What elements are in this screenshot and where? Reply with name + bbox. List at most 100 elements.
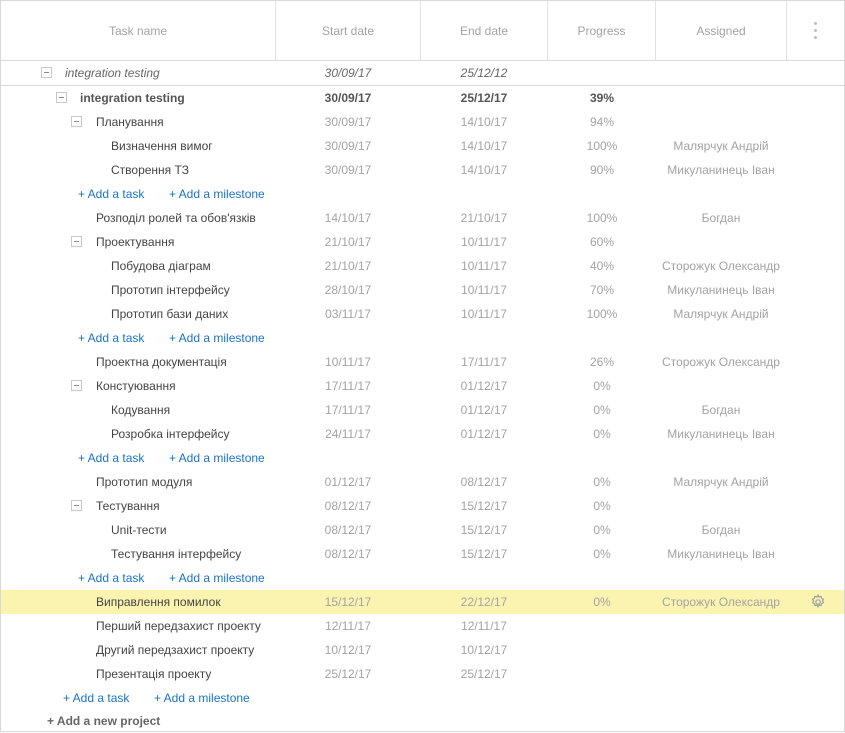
task-name: Прототип бази даних <box>111 307 229 321</box>
task-row[interactable]: Презентація проекту 25/12/17 25/12/17 <box>1 662 844 686</box>
start-date: 21/10/17 <box>324 235 372 249</box>
collapse-toggle-icon[interactable] <box>56 92 67 103</box>
task-row[interactable]: Проектна документація 10/11/17 17/11/17 26%… <box>1 350 844 374</box>
progress-value <box>547 638 657 662</box>
start-date: 15/12/17 <box>324 595 372 609</box>
start-date: 08/12/17 <box>324 499 372 513</box>
collapse-toggle-icon[interactable] <box>71 116 82 127</box>
end-date: 25/12/17 <box>460 91 508 105</box>
add-milestone-link[interactable]: + Add a milestone <box>169 182 265 206</box>
add-milestone-link[interactable]: + Add a milestone <box>169 566 265 590</box>
progress-value: 100% <box>586 139 618 153</box>
task-row[interactable]: Unit-тести 08/12/17 15/12/17 0% Богдан <box>1 518 844 542</box>
start-date: 30/09/17 <box>324 115 372 129</box>
add-milestone-link[interactable]: + Add a milestone <box>154 686 250 710</box>
task-name: Проектування <box>96 235 175 249</box>
task-row[interactable]: Виправлення помилок 15/12/17 22/12/17 0% Сто… <box>1 590 844 614</box>
task-name: Кодування <box>111 403 171 417</box>
end-date: 01/12/17 <box>460 379 508 393</box>
header-start-date[interactable]: Start date <box>276 1 421 60</box>
add-task-link[interactable]: + Add a task <box>63 686 129 710</box>
start-date: 01/12/17 <box>324 475 372 489</box>
group-row[interactable]: Проектування 21/10/17 10/11/17 60% <box>1 230 844 254</box>
assignee: Богдан <box>701 403 741 417</box>
project-end-date: 25/12/12 <box>460 66 508 80</box>
end-date: 10/11/17 <box>461 307 507 321</box>
start-date: 30/09/17 <box>324 139 372 153</box>
task-row[interactable]: Кодування 17/11/17 01/12/17 0% Богдан <box>1 398 844 422</box>
task-row[interactable]: Побудова діаграм 21/10/17 10/11/17 40% Сторо… <box>1 254 844 278</box>
task-row[interactable]: Визначення вимог 30/09/17 14/10/17 100% Маля… <box>1 134 844 158</box>
task-grid: Task name Start date End date Progress A… <box>0 0 845 732</box>
end-date: 15/12/17 <box>460 523 508 537</box>
add-task-link[interactable]: + Add a task <box>78 566 144 590</box>
group-row[interactable]: Тестування 08/12/17 15/12/17 0% <box>1 494 844 518</box>
project-name: integration testing <box>65 66 160 80</box>
task-name: Констуювання <box>96 379 176 393</box>
add-milestone-link[interactable]: + Add a milestone <box>169 326 265 350</box>
progress-value: 0% <box>593 547 611 561</box>
assignee: Микуланинець Іван <box>667 547 775 561</box>
start-date: 17/11/17 <box>325 403 371 417</box>
header-progress[interactable]: Progress <box>548 1 656 60</box>
task-row[interactable]: Прототип бази даних 03/11/17 10/11/17 100% М… <box>1 302 844 326</box>
collapse-toggle-icon[interactable] <box>71 500 82 511</box>
task-name: Виправлення помилок <box>96 595 221 609</box>
add-milestone-link[interactable]: + Add a milestone <box>169 446 265 470</box>
add-task-link[interactable]: + Add a task <box>78 446 144 470</box>
task-name: Unit-тести <box>111 523 167 537</box>
task-name: Побудова діаграм <box>111 259 211 273</box>
collapse-toggle-icon[interactable] <box>71 236 82 247</box>
add-task-link[interactable]: + Add a task <box>78 182 144 206</box>
collapse-toggle-icon[interactable] <box>41 67 52 78</box>
end-date: 14/10/17 <box>460 139 508 153</box>
add-new-project-link[interactable]: + Add a new project <box>47 709 160 733</box>
end-date: 15/12/17 <box>460 547 508 561</box>
project-start-date: 30/09/17 <box>324 66 372 80</box>
add-row: + Add a task + Add a milestone <box>1 446 844 470</box>
task-row[interactable]: Перший передзахист проекту 12/11/17 12/11/… <box>1 614 844 638</box>
add-task-link[interactable]: + Add a task <box>78 326 144 350</box>
task-row[interactable]: Створення ТЗ 30/09/17 14/10/17 90% Микуланин… <box>1 158 844 182</box>
assignee: Микуланинець Іван <box>667 283 775 297</box>
progress-value: 94% <box>589 115 615 129</box>
group-row[interactable]: Планування 30/09/17 14/10/17 94% <box>1 110 844 134</box>
end-date: 10/11/17 <box>461 283 507 297</box>
assignee: Малярчук Андрій <box>673 139 769 153</box>
assignee: Сторожук Олександр <box>662 259 780 273</box>
assignee: Малярчук Андрій <box>673 475 769 489</box>
end-date: 14/10/17 <box>460 163 508 177</box>
task-name: Прототип інтерфейсу <box>111 283 230 297</box>
assignee <box>655 614 787 638</box>
group-row[interactable]: Констуювання 17/11/17 01/12/17 0% <box>1 374 844 398</box>
progress-value: 40% <box>589 259 615 273</box>
gear-icon[interactable] <box>810 593 826 610</box>
task-row[interactable]: Другий передзахист проекту 10/12/17 10/12/… <box>1 638 844 662</box>
project-row[interactable]: integration testing 30/09/17 25/12/12 <box>1 61 844 85</box>
start-date: 08/12/17 <box>324 523 372 537</box>
start-date: 10/11/17 <box>325 355 371 369</box>
start-date: 28/10/17 <box>324 283 372 297</box>
task-row[interactable]: Прототип інтерфейсу 28/10/17 10/11/17 70% Ми… <box>1 278 844 302</box>
task-row[interactable]: Прототип модуля 01/12/17 08/12/17 0% Малярчу… <box>1 470 844 494</box>
end-date: 22/12/17 <box>460 595 508 609</box>
column-menu-button[interactable] <box>787 1 844 60</box>
progress-value <box>547 614 657 638</box>
task-name: Планування <box>96 115 164 129</box>
end-date: 12/11/17 <box>461 619 507 633</box>
task-row[interactable]: Розподіл ролей та обов'язків 14/10/17 21/1… <box>1 206 844 230</box>
header-assigned[interactable]: Assigned <box>656 1 787 60</box>
end-date: 15/12/17 <box>460 499 508 513</box>
group-row[interactable]: integration testing 30/09/17 25/12/17 39% <box>1 86 844 110</box>
collapse-toggle-icon[interactable] <box>71 380 82 391</box>
task-name: Тестування інтерфейсу <box>111 547 242 561</box>
end-date: 01/12/17 <box>460 403 508 417</box>
add-project-row: + Add a new project <box>1 709 844 733</box>
start-date: 30/09/17 <box>324 91 372 105</box>
assignee: Сторожук Олександр <box>662 355 780 369</box>
task-row[interactable]: Розробка інтерфейсу 24/11/17 01/12/17 0% Мик… <box>1 422 844 446</box>
progress-value: 0% <box>593 595 611 609</box>
header-end-date[interactable]: End date <box>421 1 548 60</box>
task-row[interactable]: Тестування інтерфейсу 08/12/17 15/12/17 0% М… <box>1 542 844 566</box>
header-task-name[interactable]: Task name <box>1 1 276 60</box>
